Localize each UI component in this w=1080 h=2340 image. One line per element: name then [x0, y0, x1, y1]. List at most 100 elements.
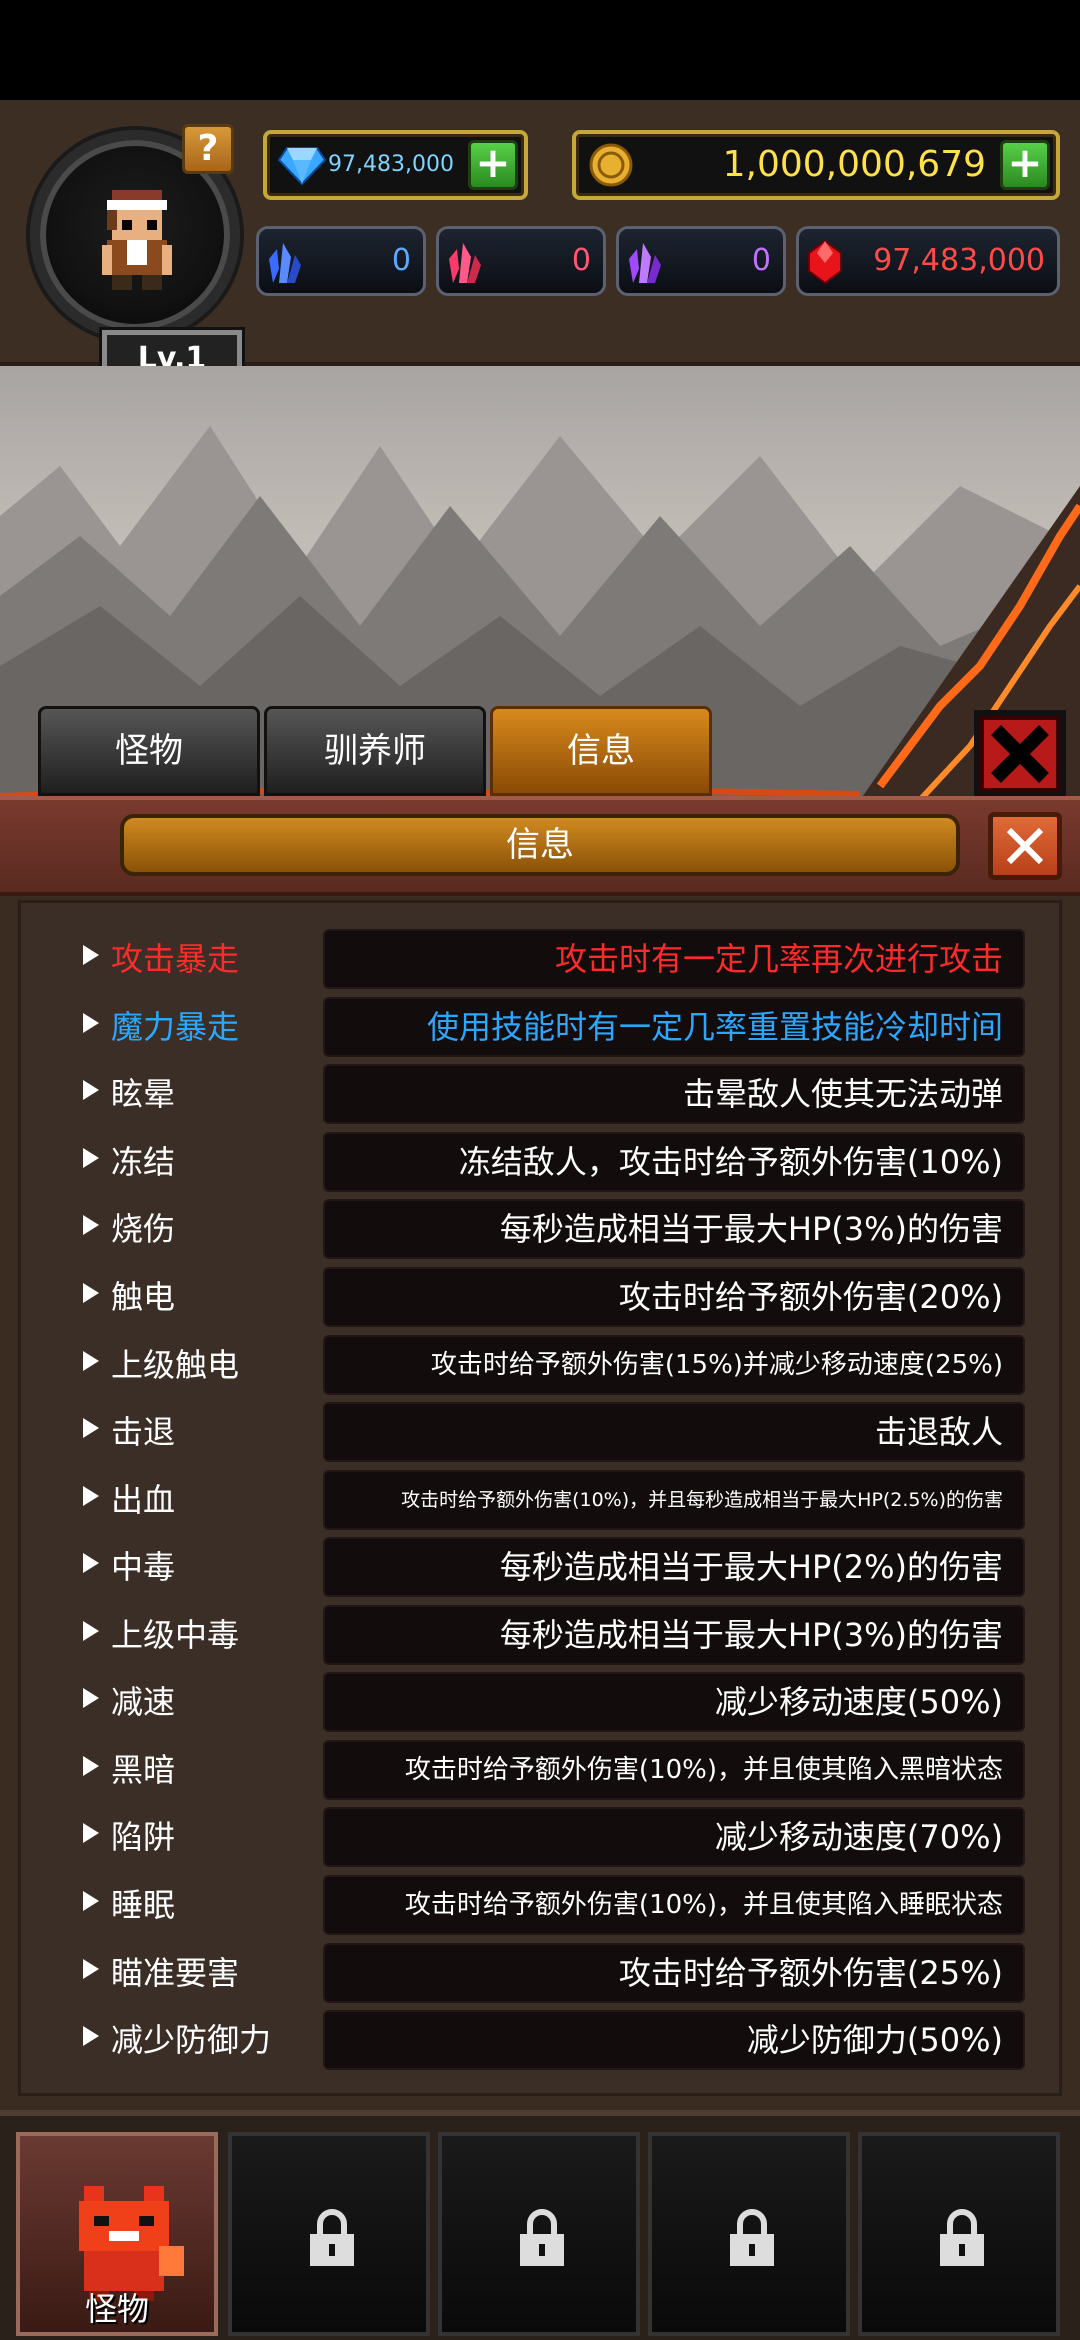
- status-bar: [0, 0, 1080, 100]
- bullet-arrow-icon: [83, 1080, 99, 1100]
- effect-description: 减少防御力(50%): [323, 2010, 1025, 2070]
- bullet-arrow-icon: [83, 1756, 99, 1776]
- lock-icon: [520, 2209, 564, 2266]
- locked-slot[interactable]: [438, 2132, 640, 2336]
- effect-name: 陷阱: [111, 1818, 176, 1856]
- effect-description: 攻击时给予额外伤害(15%)并减少移动速度(25%): [323, 1335, 1025, 1395]
- bullet-arrow-icon: [83, 1013, 99, 1033]
- red-crystal-counter: 0: [436, 226, 606, 296]
- info-panel-header: 信息: [0, 796, 1080, 896]
- effect-name: 眩晕: [111, 1075, 176, 1113]
- locked-slot[interactable]: [228, 2132, 430, 2336]
- info-panel-body: 攻击暴走 攻击时有一定几率再次进行攻击 魔力暴走 使用技能时有一定几率重置技能冷却时…: [0, 896, 1080, 2110]
- ruby-counter: 97,483,000: [796, 226, 1060, 296]
- effect-name: 减少防御力: [111, 2021, 272, 2059]
- effect-description: 每秒造成相当于最大HP(3%)的伤害: [323, 1199, 1025, 1259]
- bullet-arrow-icon: [83, 1959, 99, 1979]
- bullet-arrow-icon: [83, 1823, 99, 1843]
- monster-slot-button[interactable]: 怪物: [16, 2132, 218, 2336]
- effect-name: 击退: [111, 1413, 176, 1451]
- effect-name: 出血: [111, 1481, 176, 1519]
- list-item: 睡眠 攻击时给予额外伤害(10%)，并且使其陷入睡眠状态: [21, 1875, 1065, 1935]
- effect-description: 减少移动速度(70%): [323, 1807, 1025, 1867]
- bullet-arrow-icon: [83, 1283, 99, 1303]
- bullet-arrow-icon: [83, 1553, 99, 1573]
- list-item: 眩晕 击晕敌人使其无法动弹: [21, 1064, 1065, 1124]
- trainer-avatar-icon: [102, 190, 172, 290]
- effect-name: 中毒: [111, 1548, 176, 1586]
- gold-currency: 1,000,000,679 +: [572, 130, 1060, 200]
- purple-crystal-icon: [629, 243, 661, 283]
- panel-title: 信息: [120, 814, 960, 876]
- effect-description: 每秒造成相当于最大HP(2%)的伤害: [323, 1537, 1025, 1597]
- bullet-arrow-icon: [83, 1891, 99, 1911]
- gold-coin-icon: [589, 143, 633, 187]
- locked-slot[interactable]: [648, 2132, 850, 2336]
- tab-trainer[interactable]: 驯养师: [264, 706, 486, 796]
- tab-info[interactable]: 信息: [490, 706, 712, 796]
- blue-crystal-icon: [269, 243, 301, 283]
- player-header: Lv.1 ? 97,483,000 + 1,000,000,679 + 0 0 …: [0, 100, 1080, 388]
- slot-label: 怪物: [84, 2290, 149, 2328]
- list-item: 烧伤 每秒造成相当于最大HP(3%)的伤害: [21, 1199, 1065, 1259]
- purple-crystal-counter: 0: [616, 226, 786, 296]
- effect-name: 减速: [111, 1683, 176, 1721]
- close-icon: [991, 725, 1049, 783]
- effect-description: 攻击时有一定几率再次进行攻击: [323, 929, 1025, 989]
- effect-description: 击晕敌人使其无法动弹: [323, 1064, 1025, 1124]
- ruby-count: 97,483,000: [873, 243, 1045, 278]
- gem-currency: 97,483,000 +: [263, 130, 528, 200]
- list-item: 上级中毒 每秒造成相当于最大HP(3%)的伤害: [21, 1605, 1065, 1665]
- effect-name: 黑暗: [111, 1751, 176, 1789]
- effect-description: 减少移动速度(50%): [323, 1672, 1025, 1732]
- panel-close-button[interactable]: [988, 812, 1062, 880]
- bullet-arrow-icon: [83, 1418, 99, 1438]
- bottom-slot-bar: 怪物: [0, 2110, 1080, 2340]
- blue-crystal-count: 0: [391, 243, 411, 278]
- diamond-icon: [277, 147, 327, 186]
- effect-description: 攻击时给予额外伤害(10%)，并且使其陷入睡眠状态: [323, 1875, 1025, 1935]
- effect-name: 冻结: [111, 1143, 176, 1181]
- locked-slot[interactable]: [858, 2132, 1060, 2336]
- list-item: 冻结 冻结敌人，攻击时给予额外伤害(10%): [21, 1132, 1065, 1192]
- red-crystal-icon: [449, 243, 481, 283]
- effect-name: 攻击暴走: [111, 940, 240, 978]
- close-icon: [1006, 827, 1044, 865]
- bullet-arrow-icon: [83, 1351, 99, 1371]
- lock-icon: [940, 2209, 984, 2266]
- tab-monster[interactable]: 怪物: [38, 706, 260, 796]
- gem-count: 97,483,000: [328, 152, 454, 177]
- bullet-arrow-icon: [83, 1621, 99, 1641]
- add-gold-button[interactable]: +: [1000, 140, 1050, 190]
- effect-description: 击退敌人: [323, 1402, 1025, 1462]
- scene-close-button[interactable]: [974, 710, 1066, 798]
- bullet-arrow-icon: [83, 2026, 99, 2046]
- effect-description: 攻击时给予额外伤害(10%)，并且使其陷入黑暗状态: [323, 1740, 1025, 1800]
- add-gems-button[interactable]: +: [468, 140, 518, 190]
- effect-description: 攻击时给予额外伤害(20%): [323, 1267, 1025, 1327]
- purple-crystal-count: 0: [751, 243, 771, 278]
- effect-name: 上级触电: [111, 1346, 240, 1384]
- effect-name: 触电: [111, 1278, 176, 1316]
- effect-description: 冻结敌人，攻击时给予额外伤害(10%): [323, 1132, 1025, 1192]
- bullet-arrow-icon: [83, 1215, 99, 1235]
- effect-name: 上级中毒: [111, 1616, 240, 1654]
- lock-icon: [310, 2209, 354, 2266]
- effect-name: 魔力暴走: [111, 1008, 240, 1046]
- effect-description: 攻击时给予额外伤害(25%): [323, 1943, 1025, 2003]
- bullet-arrow-icon: [83, 1688, 99, 1708]
- status-effect-list: 攻击暴走 攻击时有一定几率再次进行攻击 魔力暴走 使用技能时有一定几率重置技能冷却时…: [18, 900, 1062, 2096]
- list-item: 减少防御力 减少防御力(50%): [21, 2010, 1065, 2070]
- list-item: 击退 击退敌人: [21, 1402, 1065, 1462]
- list-item: 黑暗 攻击时给予额外伤害(10%)，并且使其陷入黑暗状态: [21, 1740, 1065, 1800]
- list-item: 瞄准要害 攻击时给予额外伤害(25%): [21, 1943, 1065, 2003]
- effect-description: 每秒造成相当于最大HP(3%)的伤害: [323, 1605, 1025, 1665]
- effect-name: 瞄准要害: [111, 1954, 240, 1992]
- help-button[interactable]: ?: [182, 124, 234, 174]
- blue-crystal-counter: 0: [256, 226, 426, 296]
- list-item: 减速 减少移动速度(50%): [21, 1672, 1065, 1732]
- effect-description: 攻击时给予额外伤害(10%)，并且每秒造成相当于最大HP(2.5%)的伤害: [323, 1470, 1025, 1530]
- list-item: 中毒 每秒造成相当于最大HP(2%)的伤害: [21, 1537, 1065, 1597]
- list-item: 陷阱 减少移动速度(70%): [21, 1807, 1065, 1867]
- lock-icon: [730, 2209, 774, 2266]
